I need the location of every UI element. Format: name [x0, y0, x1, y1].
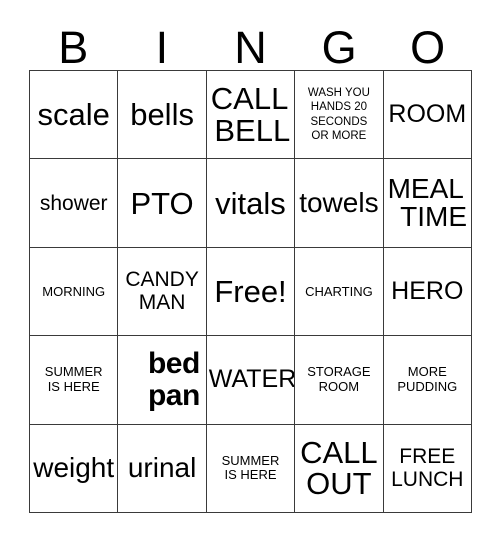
bingo-cell-o1[interactable]: ROOM: [383, 71, 472, 160]
bingo-cell-label: SUMMER IS HERE: [209, 452, 292, 483]
bingo-cell-line: MEAL: [387, 172, 464, 204]
bingo-cell-line: SECONDS: [310, 115, 368, 128]
bingo-cell-line: ROOM: [318, 378, 360, 394]
bingo-cell-line: BELL: [214, 112, 291, 148]
bingo-cell-g4[interactable]: STORAGE ROOM: [295, 336, 384, 425]
bingo-cell-line: LUNCH: [391, 468, 464, 492]
bingo-cell-i1[interactable]: bells: [118, 71, 207, 160]
bingo-card: B I N G O scale bells CALL BELL WASH YOU…: [0, 0, 500, 544]
bingo-header-row: B I N G O: [29, 14, 472, 70]
bingo-cell-line: PUDDING: [397, 378, 458, 394]
bingo-cell-label: shower: [39, 191, 108, 215]
bingo-cell-b1[interactable]: scale: [30, 71, 119, 160]
bingo-cell-label: SUMMER IS HERE: [32, 365, 115, 394]
bingo-cell-label: urinal: [127, 452, 197, 484]
bingo-cell-label: PTO: [130, 185, 194, 221]
bingo-cell-n2[interactable]: vitals: [206, 159, 296, 248]
bingo-cell-line: MAN: [138, 291, 186, 315]
bingo-cell-label: MEAL TIME: [386, 172, 469, 233]
bingo-cell-n4[interactable]: WATER: [206, 336, 296, 425]
bingo-cell-line: FREE: [399, 444, 456, 468]
bingo-cell-line: OR MORE: [311, 130, 367, 143]
bingo-cell-line: IS HERE: [224, 467, 277, 483]
bingo-header-letter-b: B: [29, 14, 118, 70]
bingo-cell-line: CALL: [210, 81, 289, 117]
bingo-cell-line: MORE: [407, 364, 447, 380]
bingo-header-letter-i: I: [118, 14, 207, 70]
bingo-cell-line: pan: [147, 378, 200, 412]
bingo-cell-label: HERO: [391, 276, 464, 305]
bingo-cell-i2[interactable]: PTO: [118, 159, 207, 248]
bingo-cell-label: ROOM: [388, 100, 467, 129]
header-letter-text: B: [58, 22, 89, 74]
bingo-cell-line: CANDY: [125, 267, 199, 291]
bingo-cell-g1[interactable]: WASH YOU HANDS 20 SECONDS OR MORE: [295, 71, 384, 160]
bingo-cell-o5[interactable]: FREE LUNCH: [383, 424, 472, 513]
bingo-cell-label: CANDY MAN: [120, 268, 203, 315]
header-letter-text: I: [155, 22, 169, 74]
bingo-cell-line: IS HERE: [47, 378, 100, 394]
bingo-cell-label: weight: [33, 452, 115, 484]
bingo-cell-line: OUT: [306, 466, 372, 502]
bingo-cell-o2[interactable]: MEAL TIME: [383, 159, 472, 248]
bingo-cell-i5[interactable]: urinal: [118, 424, 207, 513]
bingo-cell-line: TIME: [400, 201, 467, 233]
bingo-cell-b2[interactable]: shower: [30, 159, 119, 248]
bingo-cell-label: WATER: [208, 365, 296, 394]
bingo-cell-g2[interactable]: towels: [295, 159, 384, 248]
header-letter-text: O: [410, 22, 446, 74]
header-letter-text: G: [321, 22, 357, 74]
bingo-cell-label: scale: [37, 97, 110, 133]
bingo-cell-b4[interactable]: SUMMER IS HERE: [30, 336, 119, 425]
bingo-cell-label: Free!: [214, 273, 287, 309]
bingo-cell-n5[interactable]: SUMMER IS HERE: [206, 424, 296, 513]
bingo-cell-label: CALL OUT: [297, 437, 380, 500]
bingo-cell-g3[interactable]: CHARTING: [295, 247, 384, 337]
bingo-cell-line: WASH YOU: [307, 86, 370, 99]
bingo-cell-label: vitals: [215, 185, 286, 221]
bingo-header-letter-g: G: [295, 14, 384, 70]
bingo-cell-label: MORNING: [42, 283, 106, 299]
bingo-cell-line: SUMMER: [221, 452, 280, 468]
bingo-cell-line: SUMMER: [44, 364, 103, 380]
bingo-cell-g5[interactable]: CALL OUT: [295, 424, 384, 513]
bingo-cell-line: STORAGE: [307, 364, 371, 380]
bingo-cell-o3[interactable]: HERO: [383, 247, 472, 337]
bingo-cell-free-space[interactable]: Free!: [206, 247, 296, 337]
bingo-header-letter-o: O: [383, 14, 472, 70]
bingo-cell-line: HANDS 20: [310, 101, 368, 114]
bingo-cell-label: CHARTING: [305, 283, 373, 299]
bingo-cell-line: bed: [147, 346, 200, 380]
bingo-cell-label: STORAGE ROOM: [297, 365, 380, 394]
bingo-header-letter-n: N: [206, 14, 295, 70]
bingo-cell-label: WASH YOU HANDS 20 SECONDS OR MORE: [297, 86, 380, 144]
bingo-cell-i3[interactable]: CANDY MAN: [118, 247, 207, 337]
bingo-cell-label: towels: [299, 187, 379, 219]
bingo-cell-n1[interactable]: CALL BELL: [206, 71, 296, 160]
bingo-cell-label: CALL BELL: [209, 83, 292, 146]
bingo-cell-o4[interactable]: MORE PUDDING: [383, 336, 472, 425]
bingo-cell-label: MORE PUDDING: [386, 365, 469, 394]
bingo-cell-label: FREE LUNCH: [386, 445, 469, 492]
bingo-cell-i4[interactable]: bed pan: [118, 336, 207, 425]
bingo-grid: scale bells CALL BELL WASH YOU HANDS 20 …: [29, 70, 472, 513]
bingo-cell-b5[interactable]: weight: [30, 424, 119, 513]
bingo-cell-b3[interactable]: MORNING: [30, 247, 119, 337]
bingo-cell-label: bells: [130, 97, 194, 133]
header-letter-text: N: [234, 22, 267, 74]
bingo-cell-label: bed pan: [120, 346, 203, 413]
bingo-cell-line: CALL: [300, 434, 378, 470]
